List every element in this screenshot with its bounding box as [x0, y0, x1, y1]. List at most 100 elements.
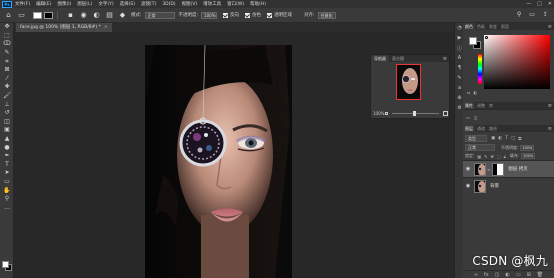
- menu-layer[interactable]: 图层(L): [77, 1, 92, 7]
- gradient-swatch-white[interactable]: [33, 11, 42, 19]
- close-tab-icon[interactable]: ×: [104, 25, 108, 30]
- share-icon[interactable]: ⇪: [543, 11, 548, 18]
- tab-navigator[interactable]: 导航器: [371, 55, 389, 62]
- tab-channels[interactable]: 通道: [475, 125, 487, 132]
- panel-menu-icon[interactable]: ≡: [548, 126, 552, 132]
- navigator-zoom-value[interactable]: 100%: [373, 111, 384, 116]
- reflected-gradient-icon[interactable]: ▤: [105, 11, 114, 20]
- layer-row[interactable]: ◉ 背景: [463, 177, 554, 194]
- move-tool-icon[interactable]: ✥: [0, 23, 14, 32]
- mask-icon[interactable]: ◫: [474, 115, 478, 120]
- menu-select[interactable]: 选择(S): [120, 1, 135, 7]
- trash-icon[interactable]: 🗑︎: [537, 272, 543, 278]
- align-select[interactable]: 任意化: [317, 11, 336, 19]
- color-picker-cursor[interactable]: [485, 36, 488, 39]
- mode-select[interactable]: 正常: [144, 11, 175, 19]
- blend-mode-select[interactable]: 正常: [465, 144, 495, 151]
- maximize-button[interactable]: □: [537, 1, 542, 7]
- fill-input[interactable]: 100%: [521, 153, 536, 159]
- new-group-icon[interactable]: ▭: [516, 272, 521, 278]
- foreground-color-chip[interactable]: [469, 37, 477, 45]
- lasso-tool-icon[interactable]: ↀ: [0, 40, 14, 49]
- workspace-icon[interactable]: ▭: [529, 11, 535, 18]
- menu-view[interactable]: 视图(V): [182, 1, 198, 7]
- link-layers-icon[interactable]: ∞: [474, 272, 478, 278]
- transparency-checkbox[interactable]: [267, 12, 273, 18]
- tab-paths[interactable]: 路径: [487, 125, 499, 132]
- add-mask-icon[interactable]: ◫: [495, 272, 500, 278]
- zoom-out-icon[interactable]: [385, 111, 389, 115]
- panel-menu-icon[interactable]: ≡: [548, 24, 552, 30]
- default-colors-icon[interactable]: ◧: [473, 90, 477, 95]
- diamond-gradient-icon[interactable]: ◆: [118, 11, 127, 20]
- menu-plugins[interactable]: 增效工具: [203, 1, 221, 7]
- type-tool-icon[interactable]: T: [0, 161, 14, 170]
- document-tab[interactable]: face.jpg @ 100% (图层 1, RGB/8#) * ×: [16, 23, 112, 32]
- link-icon[interactable]: ∞: [487, 167, 490, 172]
- gradient-tool-preset-icon[interactable]: ▭: [17, 11, 26, 20]
- dither-checkbox[interactable]: [245, 12, 251, 18]
- new-layer-icon[interactable]: ⊞: [527, 272, 531, 278]
- menu-help[interactable]: 帮助(H): [250, 1, 266, 7]
- filter-type-icon[interactable]: T: [505, 136, 508, 142]
- history-brush-tool-icon[interactable]: ↺: [0, 109, 14, 118]
- reverse-checkbox[interactable]: [223, 12, 229, 18]
- menu-filter[interactable]: 滤镜(T): [141, 1, 156, 7]
- menu-window[interactable]: 窗口(W): [227, 1, 244, 7]
- lock-transparent-icon[interactable]: ▦: [477, 154, 481, 159]
- frame-tool-icon[interactable]: ⊠: [0, 66, 14, 75]
- pen-tool-icon[interactable]: ✒: [0, 152, 14, 161]
- tab-libraries[interactable]: 库: [487, 102, 495, 109]
- eraser-tool-icon[interactable]: ◫: [0, 118, 14, 127]
- path-select-tool-icon[interactable]: ➤: [0, 169, 14, 178]
- more-tools-icon[interactable]: …: [0, 203, 14, 212]
- quick-select-tool-icon[interactable]: ✎: [0, 49, 14, 58]
- marquee-tool-icon[interactable]: ⬚: [0, 32, 14, 41]
- lock-all-icon[interactable]: 🔒︎: [504, 154, 506, 159]
- menu-type[interactable]: 文字(Y): [98, 1, 113, 7]
- home-icon[interactable]: ⌂: [4, 11, 13, 20]
- tab-layers[interactable]: 图层: [463, 125, 475, 132]
- zoom-tool-icon[interactable]: ⚲: [0, 195, 14, 204]
- lock-position-icon[interactable]: ✥: [491, 154, 494, 159]
- tab-color[interactable]: 颜色: [463, 23, 475, 30]
- eyedropper-tool-icon[interactable]: ⁄: [0, 75, 14, 84]
- zoom-slider-handle[interactable]: [413, 110, 417, 116]
- navigator-view-frame[interactable]: [396, 64, 421, 100]
- lock-artboard-icon[interactable]: ⬚: [497, 154, 501, 159]
- visibility-eye-icon[interactable]: ◉: [463, 183, 473, 189]
- menu-file[interactable]: 文件(F): [15, 1, 30, 7]
- blur-tool-icon[interactable]: ▲: [0, 135, 14, 144]
- color-field[interactable]: [484, 35, 550, 89]
- close-window-button[interactable]: ✕: [548, 1, 552, 7]
- filter-adjustment-icon[interactable]: ◐: [498, 136, 502, 142]
- layer-name[interactable]: 背景: [490, 183, 499, 189]
- document-canvas[interactable]: [145, 45, 292, 278]
- layer-mask-thumbnail[interactable]: [492, 162, 505, 176]
- angle-gradient-icon[interactable]: ◐: [92, 11, 101, 20]
- foreground-color-swatch[interactable]: [2, 261, 9, 268]
- rectangle-tool-icon[interactable]: ▭: [0, 178, 14, 187]
- zoom-slider[interactable]: [392, 110, 439, 116]
- hand-tool-icon[interactable]: ✋: [0, 186, 14, 195]
- tab-adjustments[interactable]: 调整: [475, 102, 487, 109]
- filter-shape-icon[interactable]: ▢: [511, 136, 515, 142]
- hue-slider[interactable]: [478, 54, 482, 84]
- dodge-tool-icon[interactable]: ●: [0, 143, 14, 152]
- opacity-input[interactable]: 100%: [201, 11, 218, 19]
- tab-properties[interactable]: 属性: [463, 102, 475, 109]
- linear-gradient-icon[interactable]: ▪: [66, 11, 75, 20]
- layer-kind-filter[interactable]: 类型: [465, 135, 487, 142]
- filter-pixel-icon[interactable]: ▣: [491, 136, 495, 142]
- filter-smart-icon[interactable]: ⧉: [518, 136, 521, 142]
- menu-3d[interactable]: 3D(D): [162, 2, 175, 7]
- adjustment-layer-icon[interactable]: ◐: [505, 272, 509, 278]
- tab-gradients[interactable]: 渐变: [487, 23, 499, 30]
- minimize-button[interactable]: —: [526, 1, 531, 7]
- tab-histogram[interactable]: 直方图: [389, 55, 407, 62]
- swap-colors-icon[interactable]: ⇆: [467, 90, 470, 95]
- panel-menu-icon[interactable]: ≡: [443, 56, 447, 62]
- healing-brush-tool-icon[interactable]: ✚: [0, 83, 14, 92]
- layer-opacity-input[interactable]: 100%: [520, 144, 535, 151]
- gradient-swatch-black[interactable]: [44, 11, 53, 19]
